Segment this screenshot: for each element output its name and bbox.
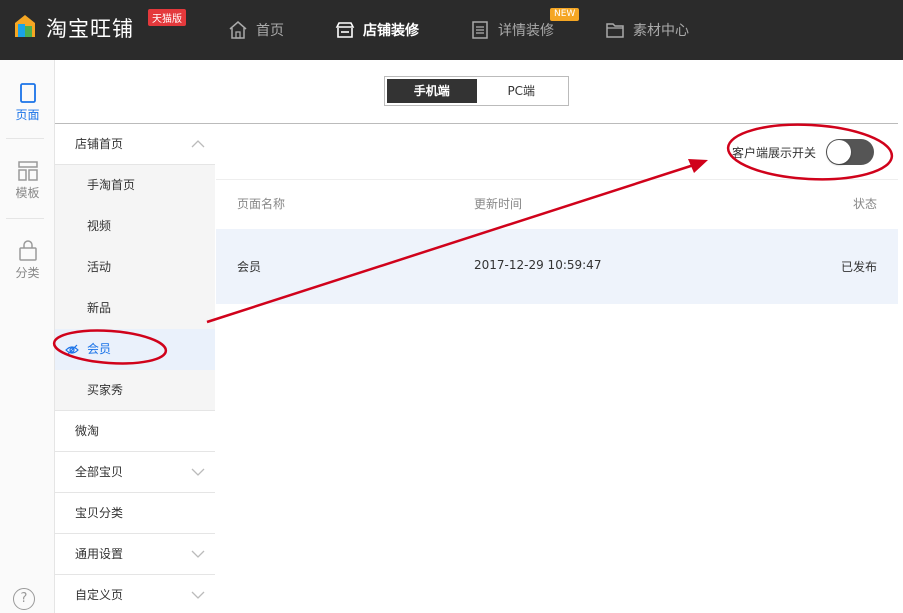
menu-item-custom-page[interactable]: 自定义页 <box>55 575 215 613</box>
rail-item-page[interactable]: 页面 <box>0 60 55 132</box>
menu-label: 自定义页 <box>75 588 124 602</box>
document-icon <box>472 21 488 39</box>
device-segmented-control: 手机端 PC端 <box>384 76 569 106</box>
menu-label: 宝贝分类 <box>75 506 124 520</box>
client-display-switch-label: 客户端展示开关 <box>732 146 817 160</box>
help-icon[interactable]: ? <box>13 588 35 610</box>
rail-page-label: 页面 <box>15 108 40 122</box>
hidden-eye-icon <box>65 344 79 356</box>
menu-item-shop-home[interactable]: 店铺首页 <box>55 124 215 165</box>
menu-item-weitao[interactable]: 微淘 <box>55 411 215 452</box>
brand-title: 淘宝旺铺 <box>46 17 134 41</box>
menu-label: 微淘 <box>75 424 100 438</box>
menu-label: 全部宝贝 <box>75 465 124 479</box>
menu-item-all-items[interactable]: 全部宝贝 <box>55 452 215 493</box>
toolbar-divider <box>216 179 898 180</box>
menu-label: 手淘首页 <box>87 178 136 192</box>
nav-detail-label: 详情装修 <box>498 23 554 39</box>
nav-detail-decoration[interactable]: 详情装修 <box>470 0 554 60</box>
template-icon <box>17 161 38 181</box>
nav-home[interactable]: 首页 <box>228 0 284 60</box>
logo-icon <box>15 15 35 37</box>
menu-label: 新品 <box>87 301 112 315</box>
rail-item-template[interactable]: 模板 <box>0 140 55 212</box>
toggle-knob <box>827 140 851 164</box>
menu-item-new[interactable]: 新品 <box>55 288 215 329</box>
tab-pc[interactable]: PC端 <box>477 79 567 103</box>
annotation-arrowhead <box>688 159 708 173</box>
tab-mobile[interactable]: 手机端 <box>387 79 477 103</box>
rail-divider <box>6 138 44 139</box>
nav-material-label: 素材中心 <box>633 23 689 39</box>
menu-item-video[interactable]: 视频 <box>55 206 215 247</box>
column-header-page-name: 页面名称 <box>237 197 286 211</box>
chevron-down-icon[interactable] <box>191 590 205 600</box>
column-header-status: 状态 <box>853 197 878 211</box>
menu-label: 店铺首页 <box>75 137 124 151</box>
row-status: 已发布 <box>841 260 878 274</box>
chevron-down-icon[interactable] <box>191 549 205 559</box>
menu-label: 通用设置 <box>75 547 124 561</box>
folder-icon <box>606 23 624 38</box>
menu-item-buyer-show[interactable]: 买家秀 <box>55 370 215 411</box>
nav-home-label: 首页 <box>256 23 284 39</box>
store-icon <box>335 22 355 38</box>
menu-item-activity[interactable]: 活动 <box>55 247 215 288</box>
side-menu: 店铺首页 手淘首页 视频 活动 新品 会员 买家秀 微淘 全部宝贝 宝贝分类 通… <box>55 124 215 613</box>
column-header-updated: 更新时间 <box>474 197 523 211</box>
left-rail: 页面 模板 分类 <box>0 60 55 613</box>
nav-material-center[interactable]: 素材中心 <box>605 0 689 60</box>
menu-label: 买家秀 <box>87 383 124 397</box>
menu-item-general-settings[interactable]: 通用设置 <box>55 534 215 575</box>
menu-item-member[interactable]: 会员 <box>55 329 215 370</box>
client-display-toggle[interactable] <box>826 139 874 165</box>
new-badge: NEW <box>550 8 580 21</box>
home-icon <box>229 21 247 39</box>
chevron-down-icon[interactable] <box>191 467 205 477</box>
nav-store-label: 店铺装修 <box>363 23 419 39</box>
rail-item-category[interactable]: 分类 <box>0 220 55 292</box>
menu-label: 活动 <box>87 260 112 274</box>
top-bar: 淘宝旺铺 天猫版 首页 店铺装修 详情装修 NEW 素材中心 <box>0 0 903 60</box>
bag-icon <box>18 240 37 261</box>
menu-label: 会员 <box>87 342 112 356</box>
nav-store-decoration[interactable]: 店铺装修 <box>335 0 419 60</box>
menu-label: 视频 <box>87 219 112 233</box>
menu-item-item-category[interactable]: 宝贝分类 <box>55 493 215 534</box>
page-icon <box>19 83 36 103</box>
row-page-name: 会员 <box>237 260 262 274</box>
chevron-up-icon[interactable] <box>191 139 205 149</box>
edition-badge: 天猫版 <box>148 9 186 26</box>
rail-template-label: 模板 <box>15 186 40 200</box>
row-updated-time: 2017-12-29 10:59:47 <box>474 258 602 272</box>
menu-item-mobile-home[interactable]: 手淘首页 <box>55 165 215 206</box>
rail-category-label: 分类 <box>15 266 40 280</box>
rail-divider <box>6 218 44 219</box>
